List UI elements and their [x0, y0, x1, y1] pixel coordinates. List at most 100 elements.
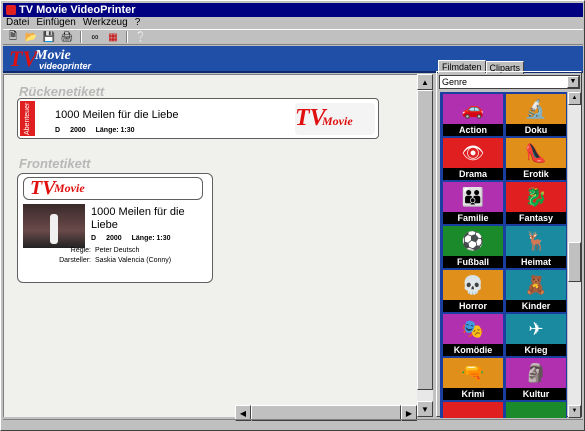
clipart-label: Erotik [506, 168, 566, 180]
print-icon[interactable]: 🖨 [59, 30, 75, 44]
clipart-item[interactable]: 🔬 Doku [506, 94, 566, 136]
help-icon[interactable]: ❔ [133, 30, 149, 44]
back-label-heading: Rückenetikett [19, 84, 105, 99]
length: Länge: 1:30 [131, 235, 171, 242]
scroll-up-icon[interactable]: ▲ [568, 92, 581, 105]
scroll-down-icon[interactable]: ▼ [568, 405, 581, 418]
app-icon [6, 5, 16, 15]
toolbar-separator [80, 31, 82, 43]
menu-help[interactable]: ? [135, 17, 141, 29]
clipart-label: Komödie [443, 344, 503, 356]
tv-movie-logo: TV Movie videoprinter [9, 46, 129, 72]
clipart-item[interactable]: 👠 Erotik [506, 138, 566, 180]
scroll-up-icon[interactable]: ▲ [417, 74, 433, 90]
clipart-item[interactable]: 👪 Familie [443, 182, 503, 224]
front-meta: D 2000 Länge: 1:30 [91, 235, 171, 242]
microscope-icon: 🔬 [506, 94, 566, 124]
clipart-item[interactable]: 🔫 Krimi [443, 358, 503, 400]
clipart-label: Drama [443, 168, 503, 180]
menu-bar: Datei Einfügen Werkzeug ? [3, 17, 140, 29]
front-label-heading: Frontetikett [19, 156, 91, 171]
front-logo: TV Movie [23, 177, 203, 200]
clipart-label: Fantasy [506, 212, 566, 224]
logo-movie: Movie [322, 114, 353, 128]
director-label: Regie: [70, 247, 91, 254]
scroll-thumb[interactable] [568, 242, 581, 282]
clipart-icon [506, 402, 566, 418]
director: Peter Deutsch [95, 247, 140, 254]
dragon-icon: 🐉 [506, 182, 566, 212]
mask-icon: 🎭 [443, 314, 503, 344]
year: 2000 [70, 127, 86, 134]
clipart-item[interactable]: 🚗 Action [443, 94, 503, 136]
clipart-grid: 🚗 Action 🔬 Doku 👁 Drama 👠 Erotik 👪 Familie 🐉 Fantas… [440, 92, 567, 418]
back-label[interactable]: Abenteuer 1000 Meilen für die Liebe D 20… [17, 98, 379, 139]
credits: Regie: Peter Deutsch Darsteller: Saskia Va… [24, 246, 171, 266]
front-label[interactable]: TV Movie 1000 Meilen für die Liebe D 200… [17, 173, 213, 283]
canvas-vertical-scrollbar[interactable]: ▲ ▼ [417, 74, 433, 417]
status-bar [3, 419, 583, 430]
skull-icon: 💀 [443, 270, 503, 300]
clipart-item[interactable]: 🗿 Kultur [506, 358, 566, 400]
country: D [91, 235, 97, 242]
clipart-item[interactable]: ✈ Krieg [506, 314, 566, 356]
clipart-label: Kultur [506, 388, 566, 400]
panel-body: Genre ▼ 🚗 Action 🔬 Doku 👁 Drama 👠 Erotik 👪 Famili… [436, 71, 582, 418]
gun-icon: 🔫 [443, 358, 503, 388]
menu-datei[interactable]: Datei [6, 17, 29, 29]
clipart-item[interactable]: 🦌 Heimat [506, 226, 566, 268]
clipart-label: Familie [443, 212, 503, 224]
clipart-label: Krimi [443, 388, 503, 400]
clipart-label: Action [443, 124, 503, 136]
family-icon: 👪 [443, 182, 503, 212]
clipart-label: Krieg [506, 344, 566, 356]
menu-einfuegen[interactable]: Einfügen [36, 17, 75, 29]
toolbar: 🗎 📂 💾 🖨 ∞ ▦ ❔ [3, 29, 583, 45]
scroll-down-icon[interactable]: ▼ [417, 401, 433, 417]
clipart-item[interactable]: 💀 Horror [443, 270, 503, 312]
save-icon[interactable]: 💾 [41, 30, 57, 44]
side-panel: Filmdaten Cliparts Genre ▼ 🚗 Action 🔬 Doku 👁… [434, 59, 584, 418]
clipart-icon [443, 402, 503, 418]
film-icon[interactable]: ▦ [105, 30, 121, 44]
line-icon[interactable]: ∞ [87, 30, 103, 44]
back-title: 1000 Meilen für die Liebe [55, 109, 179, 121]
cast: Saskia Valencia (Conny) [95, 257, 172, 264]
clipart-item[interactable]: 🧸 Kinder [506, 270, 566, 312]
logo-movie: Movie [54, 181, 85, 195]
genre-select-value: Genre [442, 77, 468, 87]
chevron-down-icon[interactable]: ▼ [567, 76, 579, 88]
deer-icon: 🦌 [506, 226, 566, 256]
shoe-icon: 👠 [506, 138, 566, 168]
clipart-item[interactable] [443, 402, 503, 418]
cast-label: Darsteller: [59, 257, 91, 264]
logo-tv: TV [30, 177, 56, 199]
clipart-label: Kinder [506, 300, 566, 312]
clipart-label: Doku [506, 124, 566, 136]
genre-select[interactable]: Genre ▼ [439, 75, 580, 89]
scroll-thumb[interactable] [417, 90, 433, 390]
menu-werkzeug[interactable]: Werkzeug [83, 17, 128, 29]
clipart-item[interactable]: 🐉 Fantasy [506, 182, 566, 224]
year: 2000 [106, 235, 122, 242]
movie-photo[interactable] [23, 204, 85, 248]
window-title: TV Movie VideoPrinter [19, 4, 136, 16]
plane-icon: ✈ [506, 314, 566, 344]
toolbar-separator [126, 31, 128, 43]
eye-icon: 👁 [443, 138, 503, 168]
clipart-label: Heimat [506, 256, 566, 268]
clipart-scrollbar[interactable]: ▲ ▼ [568, 92, 581, 418]
new-icon[interactable]: 🗎 [5, 30, 21, 44]
logo-tv: TV [9, 46, 38, 71]
clipart-item[interactable]: ⚽ Fußball [443, 226, 503, 268]
front-title: 1000 Meilen für die Liebe [91, 206, 185, 231]
clipart-label: Fußball [443, 256, 503, 268]
open-icon[interactable]: 📂 [23, 30, 39, 44]
clipart-item[interactable]: 🎭 Komödie [443, 314, 503, 356]
back-meta: D 2000 Länge: 1:30 [55, 127, 135, 134]
title-bar[interactable]: TV Movie VideoPrinter [3, 3, 583, 17]
clipart-item[interactable]: 👁 Drama [443, 138, 503, 180]
country: D [55, 127, 61, 134]
clipart-item[interactable] [506, 402, 566, 418]
photo-figure [50, 214, 58, 244]
